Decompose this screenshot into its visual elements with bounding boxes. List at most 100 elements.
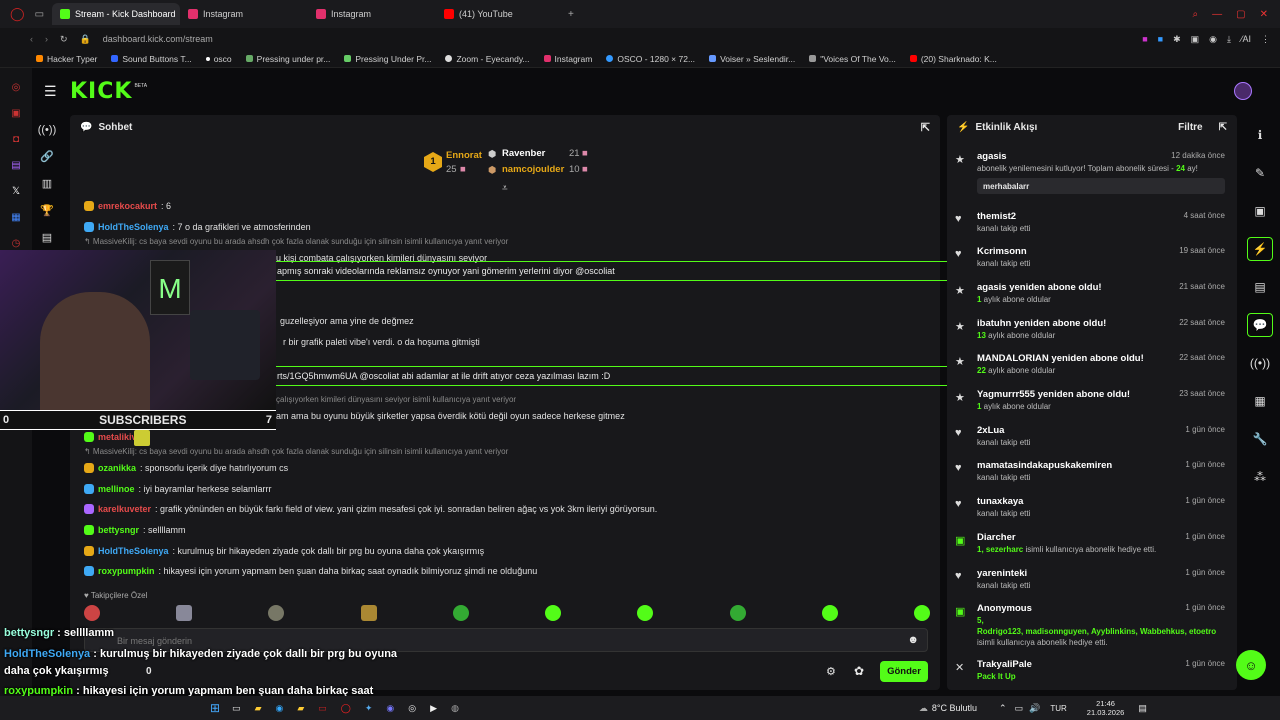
activity-event[interactable]: ♥ mamatasindakapuskakemiren kanalı takip e… (955, 460, 1231, 494)
event-username[interactable]: 2xLua (977, 425, 1004, 436)
document-icon[interactable]: ▤ (1247, 275, 1273, 299)
event-username[interactable]: agasis (977, 151, 1007, 162)
event-username[interactable]: TrakyaliPale (977, 659, 1032, 670)
info-icon[interactable]: ℹ (1247, 123, 1273, 147)
aria-icon[interactable]: ◎ (9, 80, 23, 94)
download-icon[interactable]: ⤓ (1227, 34, 1231, 45)
opera-icon[interactable]: ◯ (341, 703, 351, 714)
messenger-icon[interactable]: ▣ (9, 106, 23, 120)
activity-event[interactable]: ★ agasis yeniden abone oldu! 1 aylık abone… (955, 282, 1231, 316)
vk-icon[interactable]: ▦ (9, 210, 23, 224)
back-icon[interactable]: ‹ (30, 34, 33, 44)
send-button[interactable]: Gönder (880, 661, 928, 682)
emote-icon[interactable] (821, 605, 838, 621)
activity-event[interactable]: ▣ Diarcher 1, sezerharc isimli kullanıcıya… (955, 532, 1231, 566)
emote-icon[interactable] (637, 605, 654, 621)
tab-youtube[interactable]: (41) YouTube (436, 3, 564, 25)
bookmark-item[interactable]: Instagram (543, 54, 592, 64)
filter-button[interactable]: Filtre (1178, 122, 1202, 133)
emote-icon[interactable] (360, 605, 377, 621)
obs-icon[interactable]: ◎ (408, 703, 416, 714)
network-icon[interactable]: ▭ (1015, 703, 1024, 714)
event-username[interactable]: mamatasindakapuskakemiren (977, 460, 1112, 471)
task-view-icon[interactable]: ▭ (232, 703, 241, 714)
settings-icon[interactable]: ⚙ (826, 665, 836, 678)
kick-logo[interactable]: KICK (70, 79, 132, 104)
activity-event[interactable]: ♥ tunaxkaya kanalı takip etti 1 gün önce (955, 496, 1231, 530)
event-username[interactable]: MANDALORIAN yeniden abone oldu! (977, 353, 1144, 364)
analytics-icon[interactable]: ▥ (42, 177, 52, 190)
layout-icon[interactable]: ▦ (1247, 389, 1273, 413)
support-chat-button[interactable]: ☺ (1236, 650, 1266, 680)
extension-icon[interactable]: ■ (1158, 34, 1163, 45)
activity-event[interactable]: ▣ Anonymous 5, 1 gün önce Rodrigo123, madiso… (955, 603, 1231, 647)
emote-icon[interactable] (545, 605, 562, 621)
notification-icon[interactable]: ▤ (1138, 703, 1147, 714)
tab-instagram-1[interactable]: Instagram (180, 3, 308, 25)
bookmark-item[interactable]: OSCO - 1280 × 72... (606, 54, 695, 64)
forward-icon[interactable]: › (45, 34, 48, 44)
activity-event[interactable]: ★ agasis abonelik yenilemesini kutluyor! T… (955, 151, 1231, 194)
ai-icon[interactable]: ⁄AI (1241, 34, 1251, 45)
popout-icon[interactable]: ⇱ (1219, 122, 1227, 133)
minimize-button[interactable]: — (1212, 9, 1222, 20)
tab-overview-icon[interactable]: ▭ (35, 9, 44, 20)
event-username[interactable]: themist2 (977, 211, 1016, 222)
chat-icon[interactable]: 💬 (1247, 313, 1273, 337)
event-username[interactable]: Diarcher (977, 532, 1016, 543)
media-icon[interactable]: ▤ (42, 231, 52, 244)
activity-event[interactable]: ♥ Kcrimsonn kanalı takip etti 19 saat önce (955, 246, 1231, 280)
wrench-icon[interactable]: 🔧 (1247, 427, 1273, 451)
app-icon[interactable]: ▭ (318, 703, 327, 714)
puzzle-icon[interactable]: ✱ (1173, 34, 1181, 45)
file-explorer-icon[interactable]: ▰ (255, 703, 262, 714)
search-icon[interactable]: ⌕ (1193, 9, 1199, 20)
bookmark-item[interactable]: osco (205, 54, 232, 64)
popout-icon[interactable]: ⇱ (921, 121, 930, 134)
activity-event[interactable]: ★ ibatuhn yeniden abone oldu! 13 aylık abo… (955, 318, 1231, 352)
first-place-name[interactable]: Ennorat (446, 150, 482, 161)
emote-icon[interactable] (176, 605, 193, 621)
event-username[interactable]: Anonymous (977, 603, 1032, 614)
third-place-name[interactable]: namcojoulder (502, 164, 564, 175)
maximize-button[interactable]: ▢ (1236, 9, 1245, 20)
weather-text[interactable]: 8°C Bulutlu (932, 703, 977, 713)
activity-event[interactable]: ♥ themist2 kanalı takip etti 4 saat önce (955, 211, 1231, 245)
event-username[interactable]: Yagmurrr555 yeniden abone oldu! (977, 389, 1130, 400)
screen-icon[interactable]: ▣ (1247, 199, 1273, 223)
windows-start-icon[interactable]: ⊞ (210, 701, 220, 715)
chat-input[interactable]: Bir mesaj gönderin ☻ (84, 628, 928, 652)
bookmark-item[interactable]: (20) Sharknado: K... (909, 54, 997, 64)
media-player-icon[interactable]: ▶ (430, 703, 437, 714)
profile-icon[interactable]: ◉ (1209, 34, 1217, 45)
activity-event[interactable]: ♥ yareninteki kanalı takip etti 1 gün önce (955, 568, 1231, 602)
trophy-icon[interactable]: 🏆 (40, 204, 54, 217)
wallet-icon[interactable]: ▣ (1191, 34, 1200, 45)
emote-icon[interactable] (452, 605, 469, 621)
bookmark-item[interactable]: Sound Buttons T... (111, 54, 192, 64)
url-field[interactable]: dashboard.kick.com/stream (103, 34, 213, 44)
emote-icon[interactable] (268, 605, 285, 621)
opera-logo-icon[interactable]: ◯ (10, 6, 25, 22)
emote-icon[interactable] (84, 605, 100, 621)
share-icon[interactable]: ⁂ (1247, 465, 1273, 489)
bookmark-item[interactable]: Hacker Typer (36, 54, 97, 64)
second-place-name[interactable]: Ravenber (502, 148, 545, 159)
activity-event[interactable]: ✕ TrakyaliPale Pack It Up 1 gün önce (955, 659, 1231, 693)
close-button[interactable]: ✕ (1260, 9, 1268, 20)
folder-icon[interactable]: ▰ (297, 703, 304, 714)
edit-icon[interactable]: ✎ (1247, 161, 1273, 185)
event-username[interactable]: Kcrimsonn (977, 246, 1027, 257)
broadcast-icon[interactable]: ((•)) (1247, 351, 1273, 375)
discord-icon[interactable]: ◉ (386, 703, 394, 714)
twitch-icon[interactable]: ▤ (9, 158, 23, 172)
bot-icon[interactable]: ✿ (854, 664, 864, 678)
user-avatar[interactable] (1234, 82, 1252, 100)
broadcast-icon[interactable]: ((•)) (38, 124, 57, 136)
emoji-icon[interactable]: ☻ (907, 634, 919, 646)
emote-icon[interactable] (913, 605, 930, 621)
new-tab-button[interactable]: + (568, 9, 574, 20)
link-icon[interactable]: 🔗 (40, 150, 54, 163)
volume-icon[interactable]: 🔊 (1029, 703, 1040, 714)
tray-chevron-icon[interactable]: ⌃ (999, 703, 1007, 714)
